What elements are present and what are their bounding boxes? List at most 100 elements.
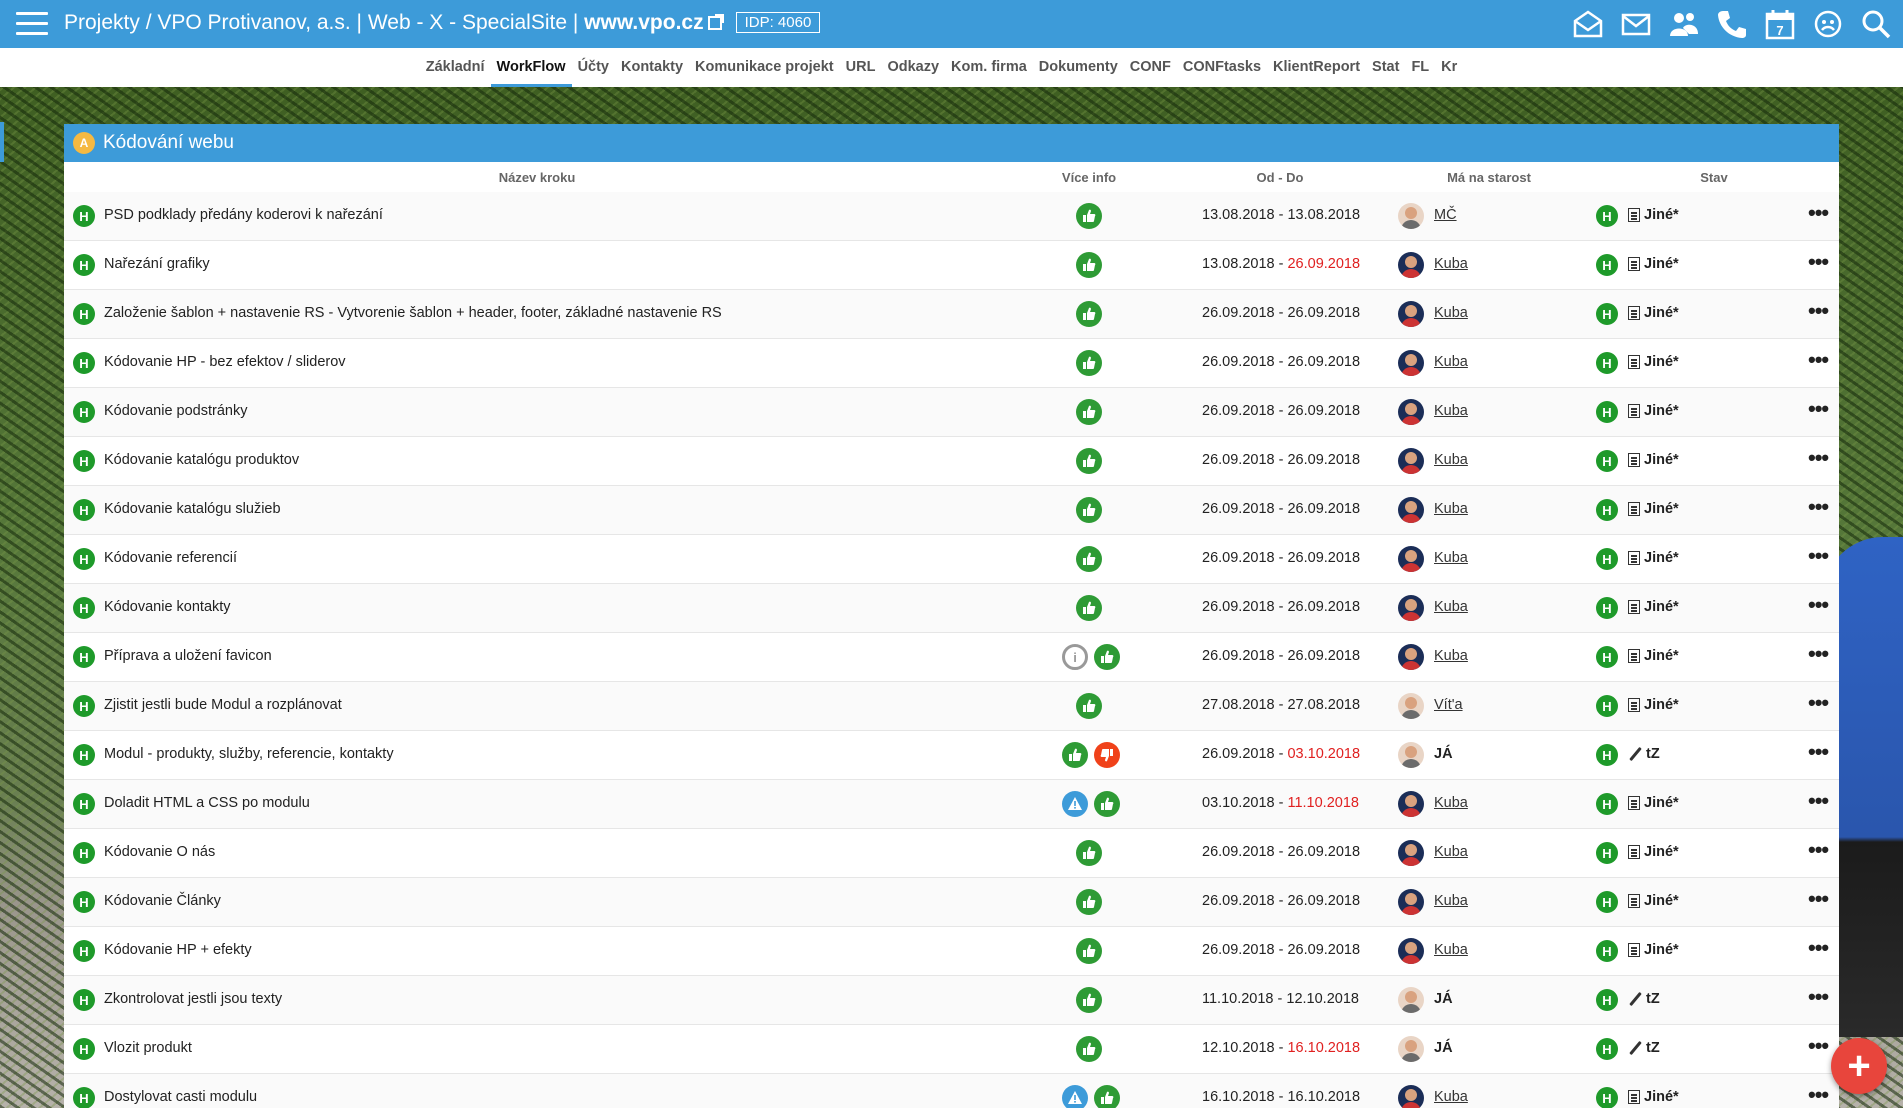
warning-icon[interactable] [1062,1085,1088,1108]
status-badge[interactable]: H [1596,1087,1618,1108]
thumbs-up-icon[interactable] [1076,840,1102,866]
status-badge[interactable]: H [1596,548,1618,570]
more-options-button[interactable]: ••• [1808,643,1829,665]
thumbs-down-icon[interactable] [1094,742,1120,768]
step-name[interactable]: PSD podklady předány koderovi k nařezání [104,207,383,223]
more-options-button[interactable]: ••• [1808,202,1829,224]
step-name[interactable]: Nařezání grafiky [104,256,210,272]
thumbs-up-icon[interactable] [1076,448,1102,474]
mail-open-icon[interactable] [1571,7,1605,41]
step-name[interactable]: Zkontrolovat jestli jsou texty [104,991,282,1007]
step-name[interactable]: Kódovanie HP + efekty [104,942,252,958]
thumbs-up-icon[interactable] [1076,938,1102,964]
users-icon[interactable] [1667,7,1701,41]
more-options-button[interactable]: ••• [1808,1035,1829,1057]
thumbs-up-icon[interactable] [1094,791,1120,817]
step-name[interactable]: Kódovanie katalógu služieb [104,501,281,517]
step-badge[interactable]: H [73,793,95,815]
owner-name[interactable]: Kuba [1434,795,1468,811]
step-name[interactable]: Kódovanie HP - bez efektov / sliderov [104,354,346,370]
owner-name[interactable]: Kuba [1434,942,1468,958]
thumbs-up-icon[interactable] [1076,693,1102,719]
tab-3[interactable]: Kontakty [615,48,689,87]
thumbs-up-icon[interactable] [1076,252,1102,278]
tab-11[interactable]: KlientReport [1267,48,1366,87]
thumbs-up-icon[interactable] [1062,742,1088,768]
thumbs-up-icon[interactable] [1076,546,1102,572]
more-options-button[interactable]: ••• [1808,545,1829,567]
step-badge[interactable]: H [73,597,95,619]
owner-name[interactable]: Kuba [1434,501,1468,517]
tab-6[interactable]: Odkazy [881,48,945,87]
status-badge[interactable]: H [1596,989,1618,1011]
owner-name[interactable]: Kuba [1434,550,1468,566]
mail-icon[interactable] [1619,7,1653,41]
owner-name[interactable]: Kuba [1434,1089,1468,1105]
status-badge[interactable]: H [1596,303,1618,325]
owner-name[interactable]: Kuba [1434,893,1468,909]
more-options-button[interactable]: ••• [1808,839,1829,861]
thumbs-up-icon[interactable] [1076,889,1102,915]
more-options-button[interactable]: ••• [1808,496,1829,518]
tab-5[interactable]: URL [840,48,882,87]
owner-name[interactable]: Kuba [1434,256,1468,272]
thumbs-up-icon[interactable] [1076,497,1102,523]
step-name[interactable]: Dostylovat casti modulu [104,1089,257,1105]
step-badge[interactable]: H [73,401,95,423]
owner-name[interactable]: Kuba [1434,354,1468,370]
status-badge[interactable]: H [1596,842,1618,864]
thumbs-up-icon[interactable] [1076,1036,1102,1062]
step-badge[interactable]: H [73,695,95,717]
warning-icon[interactable] [1062,791,1088,817]
step-badge[interactable]: H [73,842,95,864]
step-name[interactable]: Doladit HTML a CSS po modulu [104,795,310,811]
thumbs-up-icon[interactable] [1076,399,1102,425]
thumbs-up-icon[interactable] [1076,203,1102,229]
more-options-button[interactable]: ••• [1808,888,1829,910]
more-options-button[interactable]: ••• [1808,1084,1829,1106]
step-badge[interactable]: H [73,303,95,325]
step-badge[interactable]: H [73,1038,95,1060]
status-badge[interactable]: H [1596,450,1618,472]
step-name[interactable]: Kódovanie O nás [104,844,215,860]
step-name[interactable]: Příprava a uložení favicon [104,648,272,664]
more-options-button[interactable]: ••• [1808,398,1829,420]
step-badge[interactable]: H [73,940,95,962]
tab-10[interactable]: CONFtasks [1177,48,1267,87]
owner-name[interactable]: Kuba [1434,403,1468,419]
phone-icon[interactable] [1715,7,1749,41]
thumbs-up-icon[interactable] [1094,644,1120,670]
calendar-icon[interactable]: 7 [1763,7,1797,41]
step-name[interactable]: Kódovanie kontakty [104,599,231,615]
step-badge[interactable]: H [73,744,95,766]
owner-name[interactable]: Vít'a [1434,697,1463,713]
step-badge[interactable]: H [73,450,95,472]
more-options-button[interactable]: ••• [1808,692,1829,714]
status-badge[interactable]: H [1596,695,1618,717]
status-badge[interactable]: H [1596,401,1618,423]
owner-name[interactable]: Kuba [1434,844,1468,860]
tab-7[interactable]: Kom. firma [945,48,1033,87]
step-badge[interactable]: H [73,205,95,227]
search-icon[interactable] [1859,7,1893,41]
more-options-button[interactable]: ••• [1808,594,1829,616]
status-badge[interactable]: H [1596,744,1618,766]
thumbs-up-icon[interactable] [1076,301,1102,327]
status-badge[interactable]: H [1596,205,1618,227]
more-options-button[interactable]: ••• [1808,300,1829,322]
step-name[interactable]: Zjistit jestli bude Modul a rozplánovat [104,697,342,713]
tab-12[interactable]: Stat [1366,48,1405,87]
external-link-icon[interactable] [707,14,724,30]
owner-name[interactable]: Kuba [1434,599,1468,615]
thumbs-up-icon[interactable] [1076,595,1102,621]
step-name[interactable]: Vlozit produkt [104,1040,192,1056]
step-badge[interactable]: H [73,989,95,1011]
more-options-button[interactable]: ••• [1808,251,1829,273]
thumbs-up-icon[interactable] [1076,987,1102,1013]
more-options-button[interactable]: ••• [1808,937,1829,959]
add-button[interactable]: + [1831,1038,1887,1094]
status-badge[interactable]: H [1596,352,1618,374]
thumbs-up-icon[interactable] [1076,350,1102,376]
status-badge[interactable]: H [1596,1038,1618,1060]
tab-8[interactable]: Dokumenty [1033,48,1124,87]
